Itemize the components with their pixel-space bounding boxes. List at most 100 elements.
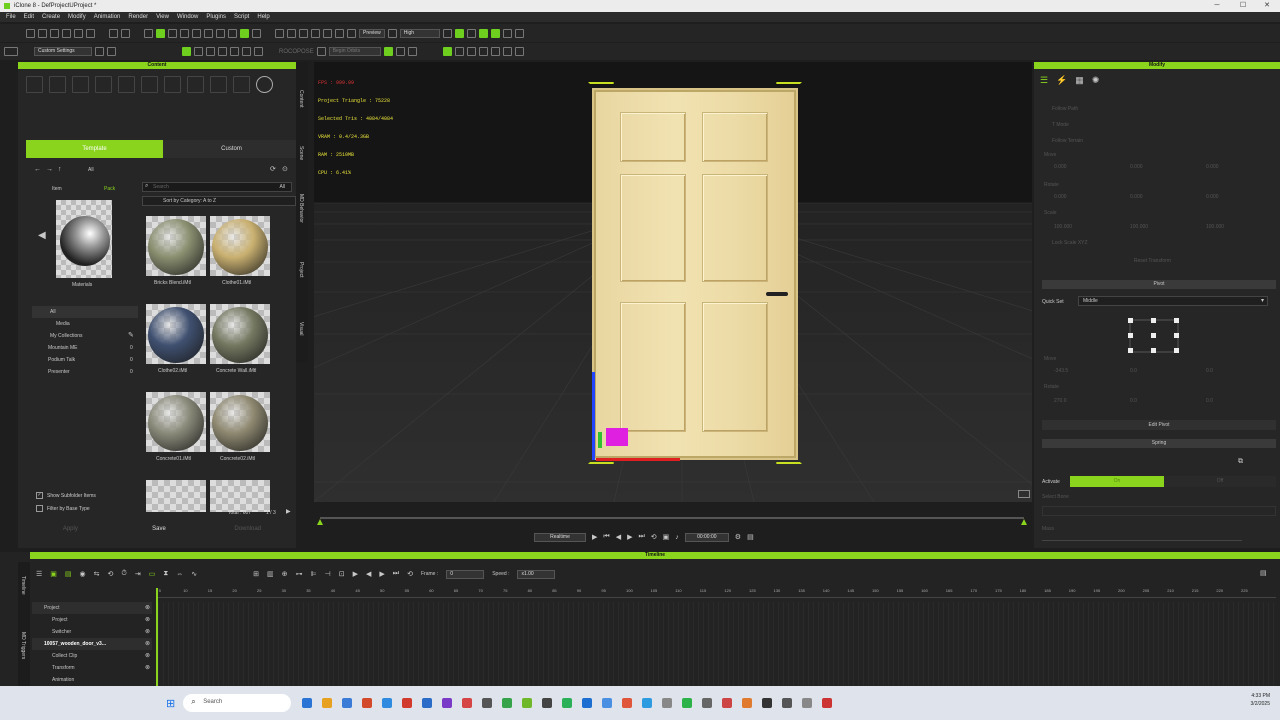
up-arrow-icon[interactable]: ↑ <box>58 166 62 173</box>
material-thumbnail[interactable] <box>210 304 270 364</box>
tree-item[interactable]: All <box>32 306 138 318</box>
reset-icon[interactable] <box>95 47 104 56</box>
next-frame-icon[interactable]: ▶ <box>627 533 632 541</box>
close-button[interactable]: ✕ <box>1254 0 1280 12</box>
filter-icon[interactable] <box>514 28 524 38</box>
track-controls-icon[interactable]: ⊗ <box>145 640 150 647</box>
track-row[interactable]: Project ⊗ <box>32 614 152 626</box>
add-track-icon[interactable]: ▣ <box>50 570 57 578</box>
pivot-rotate-x[interactable]: 270.0 <box>1054 398 1067 404</box>
open-icon[interactable] <box>38 28 47 38</box>
taskbar-app-icon[interactable] <box>822 698 833 708</box>
taskbar-search[interactable]: ⌕ Search <box>183 694 292 712</box>
align-icon[interactable] <box>216 28 225 38</box>
tools-icon[interactable] <box>347 28 356 38</box>
gizmo-icon[interactable] <box>490 28 500 38</box>
download-button[interactable]: Download <box>203 522 292 536</box>
track-controls-icon[interactable]: ⊗ <box>145 604 150 611</box>
track-controls-icon[interactable]: ⊗ <box>145 616 150 623</box>
mesh-icon[interactable] <box>335 28 344 38</box>
move-x-value[interactable]: 0.000 <box>1054 164 1067 170</box>
search-box[interactable]: ⌕ Search All <box>142 182 292 192</box>
merge-icon[interactable] <box>62 28 71 38</box>
refresh-icon[interactable] <box>230 47 239 56</box>
fit-icon[interactable]: ⊡ <box>339 570 345 578</box>
side-tab-md-triggers[interactable]: MD Triggers <box>20 632 26 659</box>
grid-view-icon[interactable] <box>218 47 227 56</box>
physics-icon[interactable] <box>478 28 488 38</box>
tab-template[interactable]: Template <box>26 140 163 158</box>
category-icon[interactable] <box>95 76 112 93</box>
side-tab-timeline[interactable]: Timeline <box>20 576 26 595</box>
mass-slider[interactable] <box>1042 540 1242 541</box>
menu-animation[interactable]: Animation <box>94 14 121 20</box>
taskbar-app-icon[interactable] <box>502 698 513 708</box>
taskbar-app-icon[interactable] <box>782 698 793 708</box>
rotate-x-value[interactable]: 0.000 <box>1054 194 1067 200</box>
eraser-icon[interactable] <box>454 47 464 56</box>
time-slider-end-marker[interactable] <box>1021 519 1027 525</box>
transfer-icon[interactable] <box>478 47 488 56</box>
taskbar-app-icon[interactable] <box>582 698 593 708</box>
print-icon[interactable] <box>86 28 95 38</box>
wand-icon[interactable] <box>502 28 512 38</box>
category-icon[interactable] <box>26 76 43 93</box>
activate-on-toggle[interactable]: On <box>1070 476 1164 487</box>
taskbar-app-icon[interactable] <box>382 698 393 708</box>
speed-dropdown[interactable]: x1.00 <box>517 569 556 579</box>
menu-view[interactable]: View <box>156 14 169 20</box>
taskbar-app-icon[interactable] <box>422 698 433 708</box>
sort-dropdown[interactable]: Sort by Category: A to Z <box>142 196 296 206</box>
new-project-icon[interactable] <box>26 28 35 38</box>
pivot-move-y[interactable]: 0.0 <box>1130 368 1137 374</box>
motion-icon[interactable]: ⇔ <box>176 571 183 578</box>
export2-icon[interactable] <box>502 47 512 56</box>
camera-icon[interactable] <box>228 28 237 38</box>
tree-item[interactable]: Presenter 0 <box>32 366 138 378</box>
taskbar-app-icon[interactable] <box>722 698 733 708</box>
break-icon[interactable]: ⇆ <box>94 570 100 578</box>
category-icon[interactable] <box>49 76 66 93</box>
gizmo-x-axis[interactable] <box>596 458 680 461</box>
frame-icon[interactable]: ▥ <box>267 570 274 578</box>
menu-help[interactable]: Help <box>257 14 269 20</box>
time-display[interactable]: 00:00:00 <box>684 532 729 542</box>
taskbar-app-icon[interactable] <box>322 698 333 708</box>
prev-preview-icon[interactable]: ◀ <box>38 230 46 241</box>
menu-plugins[interactable]: Plugins <box>206 14 226 20</box>
gear-icon[interactable] <box>514 47 524 56</box>
material-category-icon[interactable] <box>256 76 273 93</box>
search-filter[interactable]: All <box>279 184 285 190</box>
minimize-button[interactable]: ─ <box>1204 0 1230 12</box>
pivot-move-z[interactable]: 0.0 <box>1206 368 1213 374</box>
frame-input[interactable]: 0 <box>446 569 485 579</box>
material-thumbnail[interactable] <box>146 216 206 276</box>
taskbar-app-icon[interactable] <box>762 698 773 708</box>
track-controls-icon[interactable]: ⊗ <box>145 664 150 671</box>
tree-item[interactable]: Mountain ME 0 <box>32 342 138 354</box>
tree-item[interactable]: Podium Talk 0 <box>32 354 138 366</box>
effect-icon[interactable] <box>466 28 476 38</box>
key-icon[interactable]: ⊶ <box>296 570 303 578</box>
next-key-icon[interactable]: ▶ <box>379 570 384 578</box>
material-thumbnail-partial[interactable] <box>210 480 270 512</box>
next-page-icon[interactable]: ▶ <box>286 508 291 515</box>
track-row[interactable]: Project ⊗ <box>32 602 152 614</box>
category-icon[interactable] <box>210 76 227 93</box>
preview-dropdown[interactable]: Preview <box>359 28 385 38</box>
pin-icon[interactable] <box>254 47 263 56</box>
sub-tab-item[interactable]: Item <box>52 186 62 192</box>
link2-icon[interactable] <box>490 47 500 56</box>
taskbar-app-icon[interactable] <box>342 698 353 708</box>
forward-arrow-icon[interactable]: → <box>46 166 53 173</box>
settings-icon[interactable] <box>107 47 116 56</box>
layout-icon[interactable] <box>311 28 320 38</box>
material-thumbnail[interactable] <box>210 216 270 276</box>
brush2-icon[interactable] <box>407 47 417 56</box>
side-tab-content[interactable]: Content <box>298 90 304 108</box>
flatten-icon[interactable]: ⧗ <box>163 570 168 578</box>
audio-icon[interactable]: ♪ <box>675 534 679 541</box>
scale-x-value[interactable]: 100.000 <box>1054 224 1072 230</box>
quality-dropdown[interactable]: High <box>399 28 440 38</box>
show-subfolder-checkbox[interactable]: ✓ <box>36 492 43 499</box>
